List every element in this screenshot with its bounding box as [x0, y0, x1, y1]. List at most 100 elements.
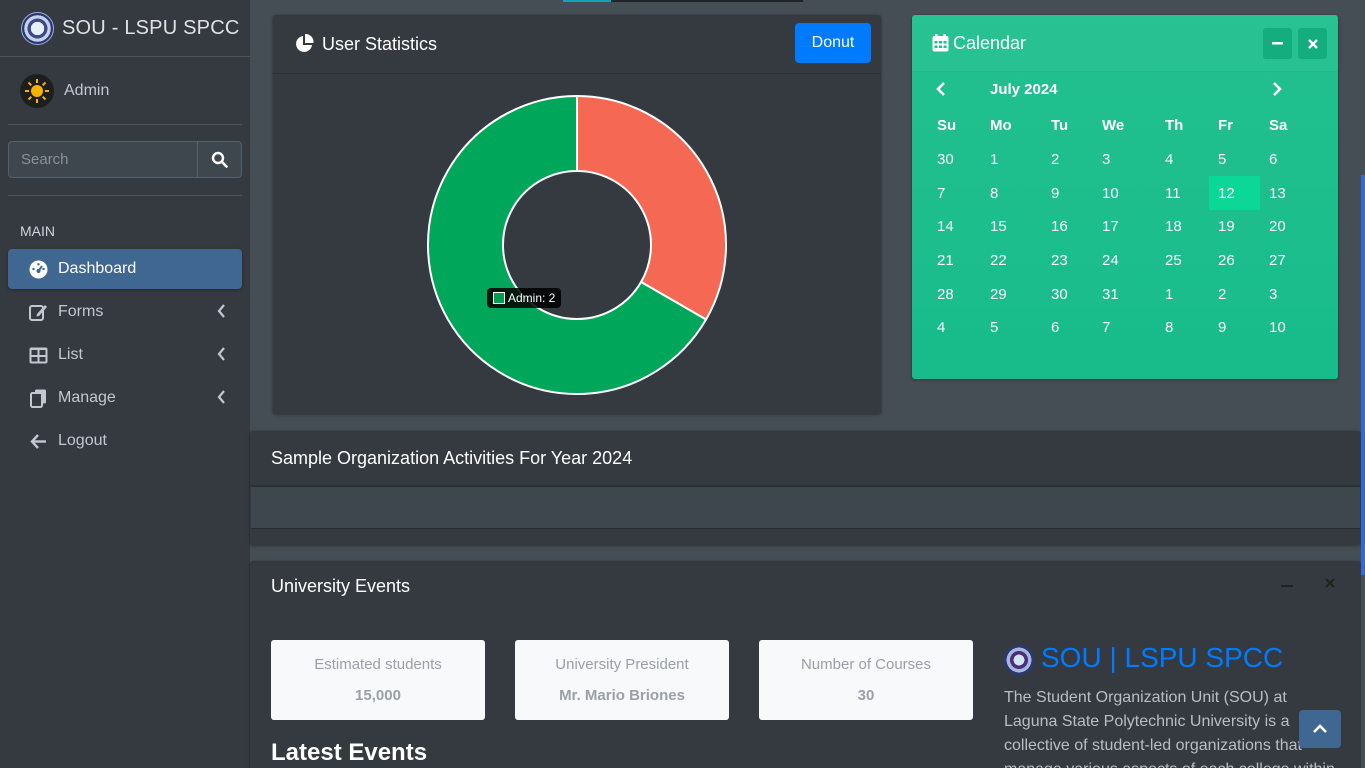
sidebar-item-label: Forms [58, 303, 104, 320]
calendar-day[interactable]: 3 [1093, 143, 1156, 177]
calendar-day[interactable]: 23 [1042, 244, 1093, 278]
calendar-day[interactable]: 9 [1042, 176, 1093, 210]
donut-chart[interactable]: Admin: 2 [273, 75, 881, 414]
calendar-day[interactable]: 28 [928, 277, 981, 311]
calendar-day[interactable]: 5 [981, 311, 1042, 345]
sidebar-item-forms[interactable]: Forms [8, 292, 242, 332]
close-button[interactable] [1298, 28, 1327, 59]
calendar-day-header: Su [937, 117, 957, 135]
calendar-day[interactable]: 25 [1156, 244, 1209, 278]
calendar-day[interactable]: 17 [1093, 210, 1156, 244]
sidebar-item-dashboard[interactable]: Dashboard [8, 249, 242, 289]
calendar-day[interactable]: 22 [981, 244, 1042, 278]
calendar-day[interactable]: 7 [928, 176, 981, 210]
sidebar-item-logout[interactable]: Logout [8, 421, 242, 461]
search-input[interactable] [8, 141, 197, 178]
calendar-day[interactable]: 1 [981, 143, 1042, 177]
user-panel[interactable]: Admin [8, 57, 242, 125]
calendar-card: Calendar July 2024 Su Mo Tu We Th Fr Sa 30 1 2 3 4 5… [912, 15, 1338, 379]
sidebar-divider [8, 195, 242, 196]
chevron-left-icon [936, 82, 945, 96]
chevron-right-icon [1273, 82, 1282, 96]
calendar-icon [932, 34, 949, 52]
calendar-day[interactable]: 20 [1260, 210, 1310, 244]
calendar-day[interactable]: 10 [1260, 311, 1310, 345]
calendar-day[interactable]: 16 [1042, 210, 1093, 244]
calendar-day[interactable]: 30 [1042, 277, 1093, 311]
scrollbar[interactable] [1361, 0, 1365, 768]
donut-button[interactable]: Donut [795, 23, 871, 63]
calendar-day[interactable]: 26 [1209, 244, 1260, 278]
calendar-day[interactable]: 8 [981, 176, 1042, 210]
calendar-day[interactable]: 6 [1260, 143, 1310, 177]
calendar-day[interactable]: 29 [981, 277, 1042, 311]
avatar [20, 73, 54, 108]
calendar-day[interactable]: 30 [928, 143, 981, 177]
next-month-button[interactable] [1272, 81, 1282, 102]
calendar-day[interactable]: 11 [1156, 176, 1209, 210]
calendar-day[interactable]: 1 [1156, 277, 1209, 311]
university-events-card: University Events Estimated students 15,… [250, 561, 1361, 768]
stat-label: Estimated students [314, 656, 442, 673]
calendar-day[interactable]: 24 [1093, 244, 1156, 278]
donut-chart-svg [427, 94, 727, 395]
close-button[interactable] [1325, 575, 1335, 593]
close-icon [1325, 578, 1335, 588]
calendar-day[interactable]: 6 [1042, 311, 1093, 345]
calendar-nav: July 2024 [928, 75, 1322, 105]
calendar-day-header: Fr [1218, 117, 1233, 135]
user-name[interactable]: Admin [64, 82, 109, 100]
donut-slice-0[interactable] [576, 94, 727, 321]
sun-icon [25, 78, 49, 103]
sou-logo [1004, 645, 1034, 675]
calendar-day[interactable]: 13 [1260, 176, 1310, 210]
calendar-day[interactable]: 21 [928, 244, 981, 278]
calendar-day[interactable]: 2 [1209, 277, 1260, 311]
stat-box-students: Estimated students 15,000 [271, 640, 485, 720]
prev-month-button[interactable] [936, 81, 946, 102]
calendar-day[interactable]: 8 [1156, 311, 1209, 345]
calendar-day-header: Mo [990, 117, 1012, 135]
calendar-day[interactable]: 9 [1209, 311, 1260, 345]
calendar-day-header: We [1102, 117, 1125, 135]
back-to-top-button[interactable] [1299, 710, 1341, 748]
copy-icon [28, 388, 48, 408]
sidebar-search [8, 141, 242, 179]
stat-label: Number of Courses [800, 656, 932, 673]
sidebar-item-list[interactable]: List [8, 335, 242, 375]
sidebar-nav: Dashboard Forms List Manage Logout [0, 249, 250, 461]
calendar-day[interactable]: 31 [1093, 277, 1156, 311]
calendar-day[interactable]: 4 [1156, 143, 1209, 177]
calendar-day[interactable]: 7 [1093, 311, 1156, 345]
collapse-button[interactable] [1263, 28, 1292, 59]
card-header: Calendar [912, 15, 1338, 72]
calendar-day[interactable]: 4 [928, 311, 981, 345]
collapse-button[interactable] [1281, 575, 1293, 593]
search-button[interactable] [197, 141, 242, 178]
calendar-day[interactable]: 14 [928, 210, 981, 244]
brand-logo [21, 11, 54, 45]
sidebar-item-label: Manage [58, 389, 116, 406]
stat-value: Mr. Mario Briones [559, 687, 685, 704]
calendar-day[interactable]: 10 [1093, 176, 1156, 210]
brand-link[interactable]: SOU - LSPU SPCC [0, 0, 250, 57]
scrollbar-thumb[interactable] [1361, 175, 1365, 575]
stat-label: University President [555, 656, 689, 673]
calendar-day[interactable]: 19 [1209, 210, 1260, 244]
calendar-day-today[interactable]: 12 [1209, 176, 1260, 211]
calendar-day[interactable]: 15 [981, 210, 1042, 244]
calendar-day[interactable]: 3 [1260, 277, 1310, 311]
chart-tooltip: Admin: 2 [487, 288, 562, 308]
latest-events-heading: Latest Events [271, 739, 428, 766]
table-icon [28, 345, 48, 365]
edit-icon [28, 302, 48, 322]
card-title: User Statistics [322, 33, 438, 54]
calendar-day[interactable]: 5 [1209, 143, 1260, 177]
calendar-day[interactable]: 27 [1260, 244, 1310, 278]
tooltip-text: Admin: 2 [508, 291, 556, 305]
calendar-day[interactable]: 2 [1042, 143, 1093, 177]
sidebar-item-manage[interactable]: Manage [8, 378, 242, 418]
calendar-day[interactable]: 18 [1156, 210, 1209, 244]
calendar-body: July 2024 Su Mo Tu We Th Fr Sa 30 1 2 3 4 5 6 7 8 9 10 11 1… [928, 75, 1322, 345]
tooltip-swatch [493, 292, 505, 304]
